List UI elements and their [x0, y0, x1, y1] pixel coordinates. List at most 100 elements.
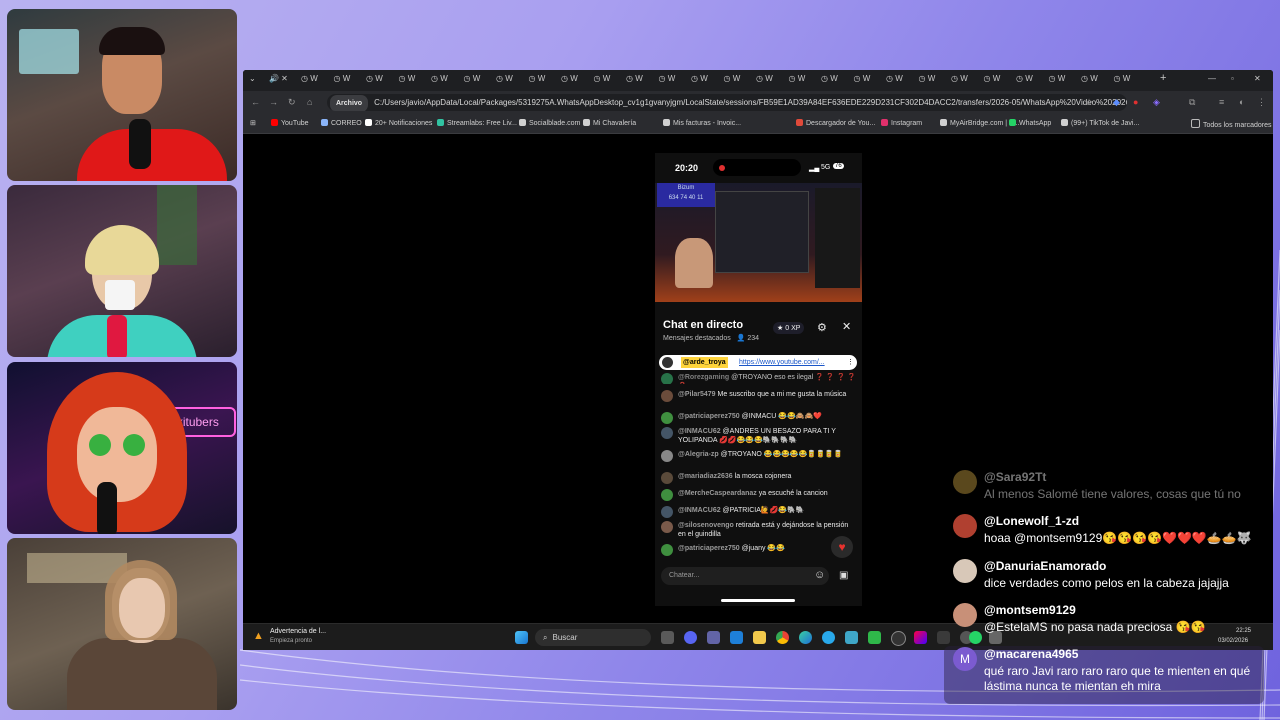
chat-username[interactable]: @Rorezgaming	[678, 374, 729, 381]
browser-tab[interactable]: ◷ W	[724, 74, 741, 87]
extension-icon-3[interactable]: ◈	[1153, 97, 1160, 108]
reload-icon[interactable]: ↻	[288, 97, 296, 108]
chat-message[interactable]: @INMACU62 @ANDRES UN BESAZO PARA TI Y YO…	[661, 427, 857, 445]
browser-tab[interactable]: ◷ W	[659, 74, 676, 87]
close-chat-icon[interactable]: ✕	[842, 320, 851, 333]
chat-username[interactable]: @Pilar5479	[678, 391, 716, 398]
browser-tab[interactable]: ◷ W	[1081, 74, 1098, 87]
chat-message[interactable]: @Rorezgaming @TROYANO eso es ilegal ❓ ❓ …	[661, 373, 857, 384]
tab-active[interactable]: 🔊 ✕	[269, 74, 288, 87]
browser-tab[interactable]: ◷ W	[334, 74, 351, 87]
extension-icon-2[interactable]: ●	[1133, 97, 1138, 107]
chat-username[interactable]: @INMACU62	[678, 428, 721, 435]
chat-username[interactable]: @mariadiaz2636	[678, 473, 733, 480]
chat-username[interactable]: @INMACU62	[678, 507, 721, 514]
chat-avatar[interactable]	[661, 489, 673, 501]
bookmark-item[interactable]: Mis facturas - Invoic...	[663, 119, 741, 127]
extension-icon-1[interactable]: ◆	[1113, 97, 1120, 108]
windows-start-icon[interactable]	[515, 631, 528, 644]
browser-tab[interactable]: ◷ W	[301, 74, 318, 87]
bookmark-item[interactable]: (99+) TikTok de Javi...	[1061, 119, 1139, 127]
bookmark-item[interactable]: MyAirBridge.com | E...	[940, 119, 1020, 127]
chat-avatar[interactable]	[661, 472, 673, 484]
browser-tab[interactable]: ◷ W	[1114, 74, 1131, 87]
chat-input[interactable]: Chatear...	[661, 567, 829, 585]
apps-icon[interactable]: ⊞	[250, 119, 256, 127]
menu-icon[interactable]: ⋮	[1257, 97, 1266, 108]
browser-tab[interactable]: ◷ W	[431, 74, 448, 87]
chrome-icon[interactable]	[776, 631, 789, 644]
chat-username[interactable]: @MercheCaspeardanaz	[678, 490, 757, 497]
chat-message[interactable]: @mariadiaz2636 la mosca cojonera	[661, 472, 857, 484]
file-explorer-icon[interactable]	[753, 631, 766, 644]
browser-tab[interactable]: ◷ W	[594, 74, 611, 87]
stream-preview[interactable]: Bizum 634 74 40 11	[655, 183, 862, 302]
browser-tab[interactable]: ◷ W	[561, 74, 578, 87]
chat-username[interactable]: @patriciaperez750	[678, 545, 740, 552]
browser-tab[interactable]: ◷ W	[366, 74, 383, 87]
mail-icon[interactable]	[730, 631, 743, 644]
chat-message[interactable]: @Pilar5479 Me suscribo que a mi me gusta…	[661, 390, 857, 402]
chat-avatar[interactable]	[661, 450, 673, 462]
obs-icon[interactable]	[891, 631, 906, 646]
chat-avatar[interactable]	[661, 521, 673, 533]
new-tab-button[interactable]: +	[1160, 72, 1166, 85]
chat-message[interactable]: @MercheCaspeardanaz ya escuché la cancio…	[661, 489, 857, 501]
maximize-button[interactable]: ▫	[1231, 74, 1234, 87]
browser-tab[interactable]: ◷ W	[919, 74, 936, 87]
browser-tab[interactable]: ◷ W	[854, 74, 871, 87]
profile-icon[interactable]: ◐	[1239, 97, 1244, 107]
chat-avatar[interactable]	[661, 506, 673, 518]
browser-tab[interactable]: ◷ W	[951, 74, 968, 87]
emoji-icon[interactable]: ☺	[814, 569, 825, 581]
browser-tab[interactable]: ◷ W	[496, 74, 513, 87]
edge-icon[interactable]	[799, 631, 812, 644]
browser-tab[interactable]: ◷ W	[529, 74, 546, 87]
bookmark-item[interactable]: Instagram	[881, 119, 922, 127]
browser-tab[interactable]: ◷ W	[1049, 74, 1066, 87]
browser-tab[interactable]: ◷ W	[789, 74, 806, 87]
chat-avatar[interactable]	[661, 390, 673, 402]
bookmark-item[interactable]: YouTube	[271, 119, 309, 127]
chat-username[interactable]: @patriciaperez750	[678, 413, 740, 420]
bookmark-item[interactable]: CORREO	[321, 119, 362, 127]
super-chat-icon[interactable]: ▣	[839, 570, 848, 581]
app-icon-2[interactable]	[868, 631, 881, 644]
browser-tab[interactable]: ◷ W	[886, 74, 903, 87]
bookmark-star-icon[interactable]: ☆	[1085, 97, 1093, 108]
browser-tab[interactable]: ◷ W	[821, 74, 838, 87]
minimize-button[interactable]: —	[1208, 74, 1216, 87]
bookmark-item[interactable]: WhatsApp	[1009, 119, 1051, 127]
bookmark-item[interactable]: 20+ Notificaciones	[365, 119, 432, 127]
browser-tab[interactable]: ◷ W	[464, 74, 481, 87]
heart-reaction-button[interactable]: ♥	[831, 536, 853, 558]
all-bookmarks-folder[interactable]: Todos los marcadores	[1191, 119, 1271, 129]
chat-avatar[interactable]	[661, 427, 673, 439]
pinned-menu-icon[interactable]: ⋮	[847, 355, 854, 370]
tab-list-button[interactable]: ⌄	[249, 74, 256, 87]
browser-tab[interactable]: ◷ W	[984, 74, 1001, 87]
filter-icon[interactable]: ⚙	[817, 321, 827, 334]
close-window-button[interactable]: ✕	[1254, 74, 1261, 87]
chat-message[interactable]: @patriciaperez750 @juany 😂😂	[661, 544, 857, 556]
bookmark-item[interactable]: Streamlabs: Free Liv...	[437, 119, 517, 127]
chat-avatar[interactable]	[661, 544, 673, 556]
back-icon[interactable]: ←	[251, 97, 260, 107]
pinned-message[interactable]: @arde_troya https://www.youtube.com/... …	[659, 355, 857, 370]
chat-message[interactable]: @INMACU62 @PATRICIA🙋💋😂🐘🐘	[661, 506, 857, 518]
chat-message[interactable]: @silosenovengo retirada está y dejándose…	[661, 521, 857, 539]
address-input[interactable]: Archivo C:/Users/javio/AppData/Local/Pack…	[327, 94, 1127, 111]
chat-avatar[interactable]	[661, 412, 673, 424]
bookmark-item[interactable]: Descargador de You...	[796, 119, 875, 127]
browser-tab[interactable]: ◷ W	[626, 74, 643, 87]
app-icon-3[interactable]	[914, 631, 927, 644]
telegram-icon[interactable]	[822, 631, 835, 644]
extensions-icon[interactable]: ⧉	[1189, 97, 1195, 108]
task-view-icon[interactable]	[661, 631, 674, 644]
chat-username[interactable]: @silosenovengo	[678, 522, 734, 529]
xp-badge[interactable]: ★ 0 XP	[773, 322, 805, 334]
reading-list-icon[interactable]: ≡	[1219, 97, 1224, 107]
chat-avatar[interactable]	[661, 373, 673, 384]
chat-message[interactable]: @patriciaperez750 @INMACU 😂😂🙈🙈❤️	[661, 412, 857, 424]
teams-icon[interactable]	[707, 631, 720, 644]
